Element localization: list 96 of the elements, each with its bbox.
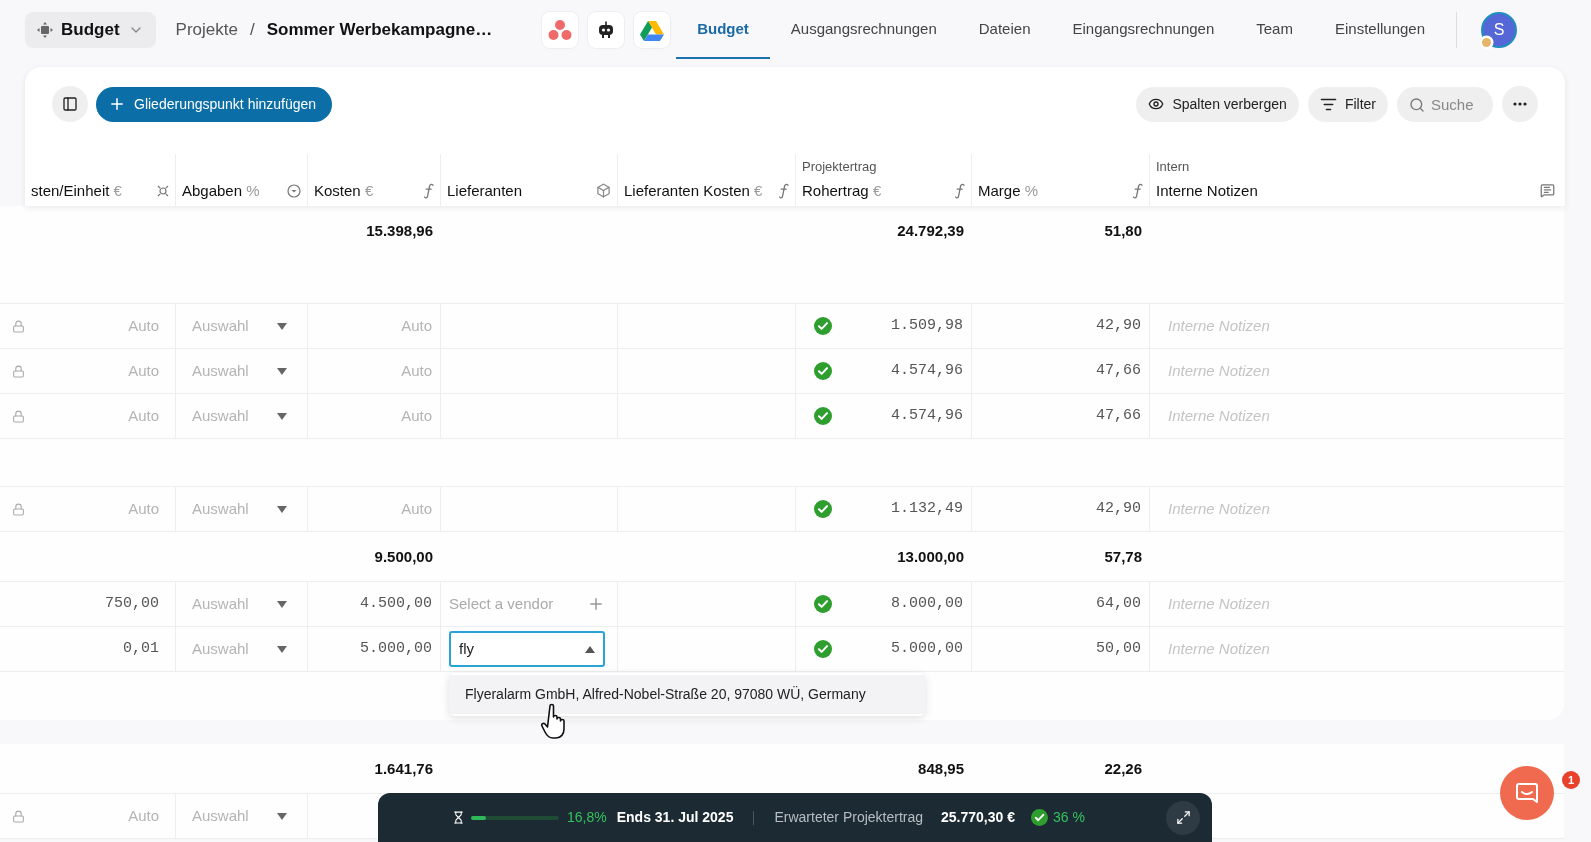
nav-tab[interactable]: Ausgangsrechnungen <box>769 1 958 59</box>
rohertrag-total: 24.792,39 <box>897 222 964 239</box>
caret-down-icon <box>277 322 287 330</box>
plus-icon <box>587 595 605 613</box>
eye-icon <box>1148 96 1165 112</box>
breadcrumb-current: Sommer Werbekampagne… <box>266 19 493 42</box>
expand-button[interactable] <box>1166 800 1200 835</box>
column-header[interactable]: Interne Notizen <box>1156 179 1258 202</box>
filter-button[interactable]: Filter <box>1307 86 1388 122</box>
column-header[interactable]: Marge % <box>978 179 1039 202</box>
unit-cost-cell[interactable]: 750,00 <box>105 592 159 616</box>
column-group-label: Intern <box>1156 158 1191 176</box>
expected-revenue-label: Erwarteter Projektertrag <box>774 808 924 827</box>
move-icon <box>37 22 53 38</box>
robot-app-button[interactable] <box>588 12 625 48</box>
kosten-cell[interactable]: 5.000,00 <box>360 637 432 661</box>
nav-tab[interactable]: Budget <box>676 1 770 59</box>
sidebar-toggle-button[interactable] <box>52 86 88 122</box>
formula-icon <box>1133 182 1143 199</box>
column-header[interactable]: Kosten € <box>314 179 374 202</box>
caret-down-icon <box>277 600 287 608</box>
panel-icon <box>62 96 78 112</box>
badge-icon <box>1479 35 1495 50</box>
caret-down-icon <box>277 367 287 375</box>
caret-down-icon <box>277 812 287 820</box>
rohertrag-cell-text: 5.000,00 <box>891 638 963 659</box>
hourglass-icon <box>452 811 465 824</box>
chat-icon <box>1515 781 1539 805</box>
search-field[interactable]: Suche <box>1397 86 1493 122</box>
plus-icon <box>108 95 126 113</box>
expected-revenue-amount: 25.770,30 € <box>941 808 1015 827</box>
vendor-search-field[interactable]: fly <box>449 631 605 667</box>
triangle-icon <box>640 19 665 41</box>
nav-tab[interactable]: Dateien <box>957 1 1052 59</box>
breadcrumb-separator: / <box>249 19 255 42</box>
rohertrag-total: 848,95 <box>918 760 964 777</box>
vendor-option[interactable]: Flyeralarm GmbH, Alfred-Nobel-Straße 20, 97080 WÜ, Germany <box>449 675 925 714</box>
rohertrag-cell-text: 1.132,49 <box>891 498 963 519</box>
more-button[interactable] <box>1502 86 1538 122</box>
progress-reading: 16,8% <box>567 808 607 827</box>
workspace-switcher[interactable]: Budget <box>25 12 156 48</box>
nav-tab[interactable]: Eingangsrechnungen <box>1051 1 1236 59</box>
marge-cell-text: 47,66 <box>1096 360 1141 381</box>
rohertrag-cell-text: 4.574,96 <box>891 360 963 381</box>
marge-total: 51,80 <box>1104 222 1142 239</box>
dropdown-circle-icon <box>287 183 301 198</box>
rohertrag-cell-text: 1.509,98 <box>891 315 963 336</box>
column-header[interactable]: Lieferanten Kosten € <box>624 179 763 202</box>
kosten-cell[interactable]: 4.500,00 <box>360 592 432 616</box>
caret-up-icon <box>585 645 595 653</box>
nav-tab[interactable]: Team <box>1235 1 1314 59</box>
add-outline-button[interactable]: Gliederungspunkt hinzufügen <box>96 86 333 122</box>
user-avatar[interactable]: S <box>1481 12 1518 48</box>
notification-badge: 1 <box>1562 771 1580 789</box>
column-header[interactable]: Lieferanten <box>447 179 523 202</box>
kosten-total: 15.398,96 <box>366 222 433 239</box>
kosten-total: 1.641,76 <box>374 760 433 777</box>
currency-icon <box>157 184 169 197</box>
caret-down-icon <box>277 645 287 653</box>
expand-icon <box>1175 810 1191 825</box>
column-header[interactable]: Abgaben % <box>182 179 260 202</box>
three-dots-icon <box>548 19 573 41</box>
rohertrag-cell-text: 8.000,00 <box>891 593 963 614</box>
column-header[interactable]: Rohertrag € <box>802 179 882 202</box>
formula-icon <box>424 182 434 199</box>
more-icon <box>1513 102 1527 106</box>
marge-total: 57,78 <box>1104 548 1142 565</box>
end-date: Ends 31. Jul 2025 <box>616 808 734 827</box>
formula-icon <box>955 182 965 199</box>
comment-icon <box>1540 183 1555 199</box>
rohertrag-total: 13.000,00 <box>897 548 964 565</box>
marge-cell-text: 42,90 <box>1096 498 1141 519</box>
rohertrag-cell-text: 4.574,96 <box>891 405 963 426</box>
caret-down-icon <box>277 412 287 420</box>
search-icon <box>1409 96 1425 113</box>
nav-tab[interactable]: Einstellungen <box>1313 1 1447 59</box>
column-header[interactable]: sten/Einheit € <box>31 179 122 202</box>
breadcrumb-link[interactable]: Projekte <box>175 17 238 43</box>
cube-icon <box>596 183 611 199</box>
vendor-placeholder: Select a vendor <box>449 593 554 614</box>
kosten-total: 9.500,00 <box>374 548 433 565</box>
marge-cell-text: 47,66 <box>1096 405 1141 426</box>
caret-down-icon <box>277 505 287 513</box>
marge-cell-text: 50,00 <box>1096 638 1141 659</box>
unit-cost-cell[interactable]: 0,01 <box>123 637 159 661</box>
marge-cell-text: 42,90 <box>1096 315 1141 336</box>
dots-app-button[interactable] <box>542 12 579 48</box>
margin-percentage: 36 % <box>1053 808 1085 827</box>
hide-columns-button[interactable]: Spalten verbergen <box>1136 86 1299 122</box>
formula-icon <box>779 182 789 199</box>
vendor-search-text: fly <box>459 638 474 659</box>
marge-cell-text: 64,00 <box>1096 593 1141 614</box>
marge-total: 22,26 <box>1104 760 1142 777</box>
column-group-label: Projektertrag <box>802 158 878 176</box>
drive-app-button[interactable] <box>634 12 671 48</box>
check-circle-icon <box>1031 809 1048 826</box>
